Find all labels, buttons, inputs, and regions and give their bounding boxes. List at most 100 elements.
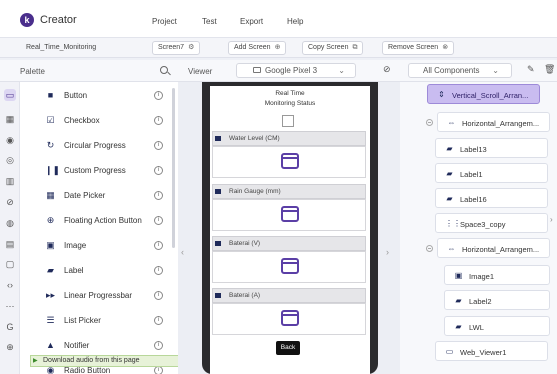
palette-item-circular-progress[interactable]: ↻ Circular Progress i [28, 136, 166, 156]
viewer-header: Viewer Google Pixel 3 ⌄ ⊘ [178, 60, 400, 82]
info-icon[interactable]: i [154, 166, 163, 175]
palette-scrollbar[interactable] [172, 88, 175, 248]
section-header-rain-gauge[interactable]: Rain Gauge (mm) [212, 184, 366, 199]
info-icon[interactable]: i [154, 141, 163, 150]
more-category-icon[interactable]: ⊕ [4, 341, 16, 353]
tree-item-horizontal-arrangement[interactable]: ⇔ Horizontal_Arrangem... [437, 112, 550, 132]
info-icon[interactable]: i [154, 116, 163, 125]
palette-item-checkbox[interactable]: ☑ Checkbox i [28, 111, 166, 131]
tree-item-label16[interactable]: ▰ Label16 [435, 188, 548, 208]
info-icon[interactable]: i [154, 316, 163, 325]
palette-item-button[interactable]: ■ Button i [28, 86, 166, 106]
section-header-baterai-v[interactable]: Baterai (V) [212, 236, 366, 251]
collapse-toggle-icon[interactable] [426, 245, 433, 252]
web-viewer-icon [281, 310, 299, 326]
palette-item-floating-action-button[interactable]: ⊕ Floating Action Button i [28, 211, 166, 231]
chevron-left-icon[interactable]: ‹ [181, 247, 184, 257]
trash-icon[interactable]: 🗑 [544, 64, 555, 75]
components-filter-value: All Components [423, 66, 480, 75]
info-icon[interactable]: i [154, 216, 163, 225]
download-audio-bar[interactable]: Download audio from this page [30, 355, 180, 367]
sensors-category-icon[interactable]: ⊘ [4, 196, 16, 208]
chevron-right-icon[interactable]: › [386, 247, 389, 257]
tree-item-label2[interactable]: ▰ Label2 [444, 290, 550, 310]
screen-select-button[interactable]: Screen7 ⚙ [152, 41, 201, 55]
drawing-category-icon[interactable]: ◎ [4, 154, 16, 166]
social-category-icon[interactable]: ◍ [4, 217, 16, 229]
palette-item-list-picker[interactable]: ☰ List Picker i [28, 311, 166, 331]
media-category-icon[interactable]: ◉ [4, 134, 16, 146]
web-viewer-icon [281, 153, 299, 169]
maps-category-icon[interactable]: ▥ [4, 175, 16, 187]
extension-category-icon[interactable]: ⋯ [4, 300, 16, 312]
info-icon[interactable]: i [154, 291, 163, 300]
tree-item-label: Space3_copy [460, 220, 506, 229]
chevron-right-icon[interactable]: › [550, 215, 553, 224]
palette-item-custom-progress[interactable]: ❙❚ Custom Progress i [28, 161, 166, 181]
eye-off-icon[interactable]: ⊘ [383, 64, 391, 75]
web-viewer-water-level[interactable] [212, 146, 366, 178]
palette-item-linear-progressbar[interactable]: ▸▸ Linear Progressbar i [28, 286, 166, 306]
section-label: Baterai (V) [229, 240, 261, 247]
palette-item-label: List Picker [64, 316, 101, 325]
back-button[interactable]: Back [276, 341, 300, 355]
tree-item-label1[interactable]: ▰ Label1 [435, 163, 548, 183]
label-icon: ▰ [47, 265, 54, 275]
menu-help[interactable]: Help [287, 17, 303, 26]
phone-screen[interactable]: Real Time Monitoring Status Water Level … [210, 86, 370, 374]
user-interface-category-icon[interactable]: ▭ [4, 89, 16, 101]
info-icon[interactable]: i [154, 366, 163, 374]
horizontal-arrangement-icon: ⇔ [447, 244, 456, 253]
section-header-water-level[interactable]: Water Level (CM) [212, 131, 366, 146]
web-viewer-baterai-a[interactable] [212, 303, 366, 335]
date-picker-icon: ▦ [46, 190, 55, 200]
palette-item-label: Floating Action Button [64, 216, 142, 225]
palette-item-date-picker[interactable]: ▦ Date Picker i [28, 186, 166, 206]
google-category-icon[interactable]: G [4, 321, 16, 333]
linear-progress-icon: ▸▸ [45, 290, 56, 300]
info-icon[interactable]: i [154, 191, 163, 200]
palette-item-notifier[interactable]: ▲ Notifier i [28, 336, 166, 356]
tree-item-vertical-scroll-arrangement[interactable]: ⇕ Vertical_Scroll_Arran... [427, 84, 540, 104]
remove-screen-button[interactable]: Remove Screen ⊗ [382, 41, 455, 55]
web-viewer-icon [281, 258, 299, 274]
palette-item-label[interactable]: ▰ Label i [28, 261, 166, 281]
storage-category-icon[interactable]: ▤ [4, 238, 16, 250]
tree-item-web-viewer1[interactable]: ▭ Web_Viewer1 [435, 341, 548, 361]
section-label: Baterai (A) [229, 292, 261, 299]
menu-export[interactable]: Export [240, 17, 263, 26]
layout-category-icon[interactable]: ▦ [4, 113, 16, 125]
collapse-toggle-icon[interactable] [426, 119, 433, 126]
pencil-icon[interactable]: ✎ [527, 64, 535, 75]
screen-checkbox[interactable] [282, 115, 294, 127]
palette-item-image[interactable]: ▣ Image i [28, 236, 166, 256]
app-logo[interactable]: k [20, 13, 34, 27]
copy-screen-button[interactable]: Copy Screen ⧉ [302, 41, 364, 55]
connectivity-category-icon[interactable]: ▢ [4, 258, 16, 270]
info-icon[interactable]: i [154, 91, 163, 100]
label-icon: ▰ [446, 169, 453, 178]
tree-item-image1[interactable]: ▣ Image1 [444, 265, 550, 285]
section-header-baterai-a[interactable]: Baterai (A) [212, 288, 366, 303]
tree-item-space3-copy[interactable]: ⋮⋮ Space3_copy [435, 213, 548, 233]
web-viewer-rain-gauge[interactable] [212, 199, 366, 231]
tree-item-label: Label1 [460, 170, 483, 179]
search-icon[interactable] [160, 66, 168, 74]
tree-item-label13[interactable]: ▰ Label13 [435, 138, 548, 158]
add-screen-button[interactable]: Add Screen ⊕ [228, 41, 287, 55]
info-icon[interactable]: i [154, 341, 163, 350]
info-icon[interactable]: i [154, 241, 163, 250]
tree-item-lwl[interactable]: ▰ LWL [444, 316, 550, 336]
tree-item-horizontal-arrangement-2[interactable]: ⇔ Horizontal_Arrangem... [437, 238, 550, 258]
menu-test[interactable]: Test [202, 17, 217, 26]
web-viewer-baterai-v[interactable] [212, 251, 366, 283]
components-filter-select[interactable]: All Components ⌄ [408, 63, 512, 78]
plus-icon: ⊕ [274, 44, 281, 51]
chevron-down-icon: ⌄ [492, 66, 499, 75]
info-icon[interactable]: i [154, 266, 163, 275]
device-select[interactable]: Google Pixel 3 ⌄ [236, 63, 356, 78]
image-icon [215, 189, 221, 194]
custom-progress-icon: ❙❚ [45, 165, 61, 175]
menu-project[interactable]: Project [152, 17, 177, 26]
code-category-icon[interactable]: ‹› [4, 279, 16, 291]
